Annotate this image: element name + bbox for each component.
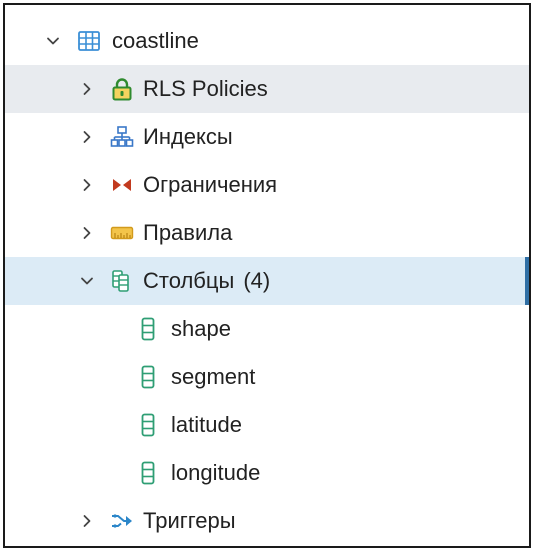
tree-node-label: Столбцы (143, 268, 235, 293)
chevron-right-icon[interactable] (79, 129, 95, 145)
chevron-right-icon[interactable] (79, 513, 95, 529)
tree-node-label: shape (171, 316, 231, 341)
tree-node-rules[interactable]: Правила (5, 209, 529, 257)
tree-node-triggers[interactable]: Триггеры (5, 497, 529, 545)
tree-node-constraints[interactable]: Ограничения (5, 161, 529, 209)
tree-node-table-coastline[interactable]: coastline (5, 17, 529, 65)
trigger-icon (110, 509, 134, 533)
tree-node-label: RLS Policies (143, 76, 268, 101)
chevron-right-icon[interactable] (79, 177, 95, 193)
tree-node-column-longitude[interactable]: longitude (5, 449, 529, 497)
object-tree: coastline RLS Policies Индексы Ограничен… (5, 17, 529, 545)
tree-node-label: segment (171, 364, 256, 389)
column-icon (136, 461, 160, 485)
chevron-right-icon[interactable] (79, 225, 95, 241)
chevron-down-icon[interactable] (45, 33, 61, 49)
tree-node-column-latitude[interactable]: latitude (5, 401, 529, 449)
rule-icon (110, 221, 134, 245)
tree-node-rls-policies[interactable]: RLS Policies (5, 65, 529, 113)
tree-node-label: latitude (171, 412, 242, 437)
column-icon (136, 317, 160, 341)
column-icon (136, 413, 160, 437)
object-tree-panel: coastline RLS Policies Индексы Ограничен… (3, 3, 531, 548)
tree-node-indexes[interactable]: Индексы (5, 113, 529, 161)
column-icon (136, 365, 160, 389)
tree-node-label: Триггеры (143, 508, 236, 533)
tree-node-label: Ограничения (143, 172, 278, 197)
tree-node-columns[interactable]: Столбцы (4) (5, 257, 529, 305)
constraint-icon (110, 173, 134, 197)
index-icon (110, 125, 134, 149)
tree-node-count: (4) (243, 268, 271, 293)
tree-node-column-shape[interactable]: shape (5, 305, 529, 353)
tree-node-label: Индексы (143, 124, 233, 149)
chevron-right-icon[interactable] (79, 81, 95, 97)
tree-node-column-segment[interactable]: segment (5, 353, 529, 401)
tree-node-label: Правила (143, 220, 233, 245)
tree-node-label: longitude (171, 460, 261, 485)
lock-icon (110, 77, 134, 101)
columns-icon (110, 269, 134, 293)
table-icon (77, 29, 101, 53)
chevron-down-icon[interactable] (79, 273, 95, 289)
tree-node-label: coastline (112, 28, 199, 53)
